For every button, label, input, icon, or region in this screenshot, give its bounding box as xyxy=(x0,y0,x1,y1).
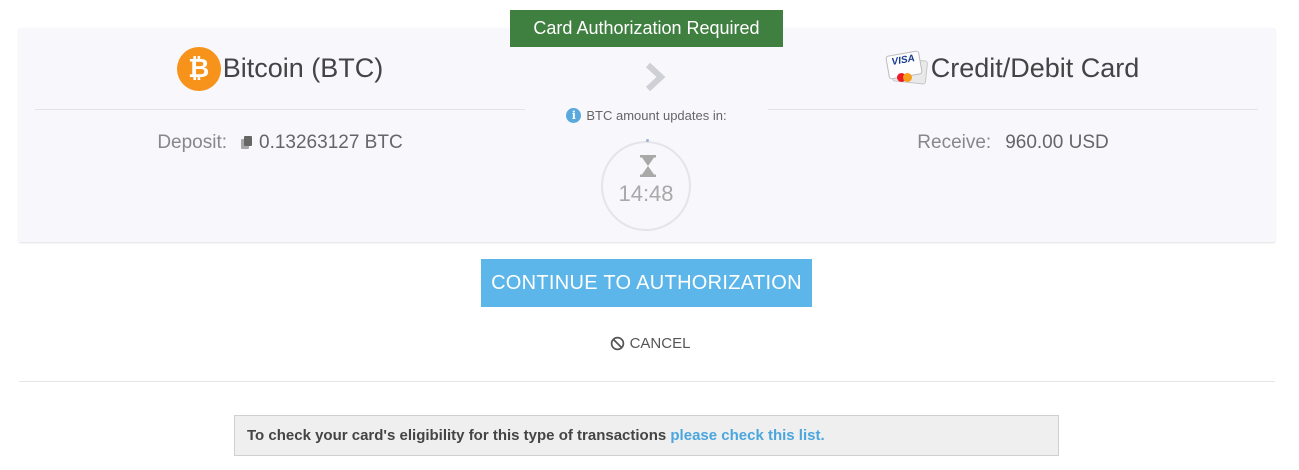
to-method-name: Credit/Debit Card xyxy=(930,53,1140,83)
copy-icon[interactable] xyxy=(241,136,253,149)
deposit-row: Deposit: 0.13263127 BTC xyxy=(35,110,525,175)
exchange-panel: ₿ Bitcoin (BTC) Deposit: 0.13263127 BTC … xyxy=(19,28,1275,242)
info-icon: i xyxy=(566,108,582,123)
timer-remaining: 14:48 xyxy=(618,181,674,206)
update-note: i BTC amount updates in: xyxy=(559,108,734,123)
ban-icon xyxy=(610,336,624,350)
from-currency-name: Bitcoin (BTC) xyxy=(222,53,384,83)
deposit-label: Deposit: xyxy=(157,131,228,153)
credit-card-icon: VISA xyxy=(884,49,929,87)
from-currency-header: ₿ Bitcoin (BTC) xyxy=(35,28,525,110)
eligibility-notice: To check your card's eligibility for thi… xyxy=(234,415,1059,456)
eligibility-notice-text: To check your card's eligibility for thi… xyxy=(247,427,671,444)
bitcoin-icon: ₿ xyxy=(176,46,221,91)
hourglass-icon xyxy=(640,155,656,177)
status-banner: Card Authorization Required xyxy=(510,10,783,47)
from-currency-section: ₿ Bitcoin (BTC) Deposit: 0.13263127 BTC xyxy=(35,28,525,175)
chevron-right-icon xyxy=(645,62,666,92)
to-method-header: VISA Credit/Debit Card xyxy=(768,28,1258,110)
deposit-value: 0.13263127 BTC xyxy=(259,131,403,153)
receive-row: Receive: 960.00 USD xyxy=(768,110,1258,175)
deposit-amount[interactable]: 0.13263127 BTC xyxy=(241,132,403,154)
eligibility-list-link[interactable]: please check this list. xyxy=(670,427,824,444)
receive-label: Receive: xyxy=(917,131,992,153)
continue-to-authorization-button[interactable]: CONTINUE TO AUTHORIZATION xyxy=(481,259,812,307)
timer-progress-dot xyxy=(646,139,649,142)
cancel-label: CANCEL xyxy=(629,334,691,352)
countdown-timer: 14:48 xyxy=(601,139,691,231)
receive-value: 960.00 USD xyxy=(1005,131,1109,153)
cancel-link[interactable]: CANCEL xyxy=(600,332,700,354)
update-note-text: BTC amount updates in: xyxy=(586,108,727,123)
divider xyxy=(19,381,1275,382)
to-method-section: VISA Credit/Debit Card Receive: 960.00 U… xyxy=(768,28,1258,175)
